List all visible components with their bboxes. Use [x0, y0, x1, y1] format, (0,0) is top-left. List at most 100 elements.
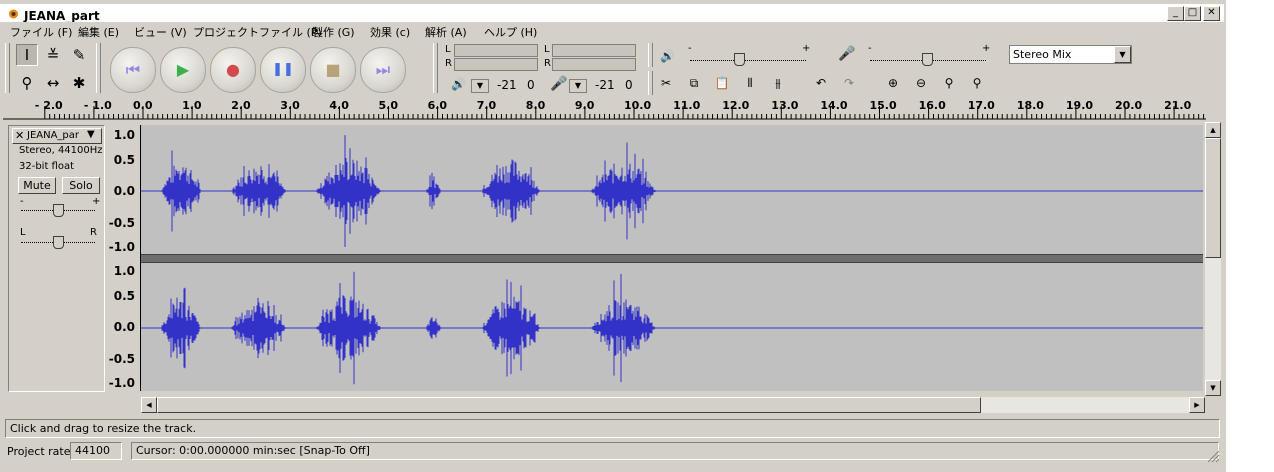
input-volume-thumb[interactable] — [922, 53, 933, 66]
envelope-tool[interactable]: ≚ — [42, 44, 64, 66]
ruler-label: 18.0 — [1016, 99, 1044, 112]
menu-project[interactable]: プロジェクトファイル (P) — [193, 24, 322, 40]
scroll-right-icon[interactable]: ▶ — [1189, 397, 1205, 413]
toolbar: I ≚ ✎ ⚲ ↔ ✱ ⏮ ▶ ● ❚❚ ■ ⏭ L R L R 🔊 ▼ -21… — [0, 41, 1226, 97]
copy-icon[interactable]: ⧉ — [683, 72, 705, 94]
ruler-label: 19.0 — [1065, 99, 1094, 112]
selection-tool[interactable]: I — [16, 44, 38, 66]
ruler-label: - 1.0 — [83, 99, 112, 112]
fit-project-icon[interactable]: ⚲ — [966, 72, 988, 94]
input-source-select[interactable]: Stereo Mix ▼ — [1009, 45, 1132, 64]
rec-meter-menu-button[interactable]: ▼ — [569, 79, 587, 93]
trim-icon[interactable]: ⫴ — [739, 72, 761, 94]
toolbar-grip[interactable] — [648, 43, 653, 67]
track-format: Stereo, 44100Hz — [19, 145, 103, 156]
vertical-scrollbar[interactable]: ▲ ▼ — [1205, 122, 1221, 396]
undo-icon[interactable]: ↶ — [810, 72, 832, 94]
output-volume-thumb[interactable] — [734, 53, 745, 66]
zoom-in-icon[interactable]: ⊕ — [882, 72, 904, 94]
track-menu-chevron-icon[interactable]: ▼ — [87, 129, 95, 140]
menu-edit[interactable]: 編集 (E) — [78, 24, 119, 40]
paste-icon[interactable]: 📋 — [711, 72, 733, 94]
play-meter-right-label: R — [445, 58, 452, 69]
toolbar-grip[interactable] — [433, 43, 438, 93]
play-meter-left — [454, 44, 538, 57]
track-close-icon[interactable]: ✕ — [15, 129, 24, 142]
horizontal-scrollbar[interactable]: ◀ ▶ — [141, 397, 1205, 413]
track-name[interactable]: JEANA_par — [27, 130, 79, 141]
menu-effect[interactable]: 効果 (c) — [370, 24, 410, 40]
toolbar-grip[interactable] — [5, 43, 10, 93]
toolbar-grip[interactable] — [96, 43, 101, 93]
ruler-label: 11.0 — [673, 99, 701, 112]
ruler-label: 1.0 — [182, 99, 202, 112]
resize-grip-icon[interactable] — [1206, 449, 1220, 463]
ruler-label: 4.0 — [329, 99, 349, 112]
chevron-down-icon[interactable]: ▼ — [1114, 46, 1131, 63]
close-button[interactable]: ✕ — [1203, 6, 1220, 21]
skip-start-button[interactable]: ⏮ — [110, 47, 156, 93]
audacity-window: JEANA_part _ □ ✕ ファイル (F) 編集 (E) ビュー (V)… — [0, 0, 1226, 472]
window-title: JEANA_part — [24, 9, 100, 23]
menu-analyze[interactable]: 解析 (A) — [425, 24, 467, 40]
toolbar-grip[interactable] — [648, 71, 653, 95]
stop-button[interactable]: ■ — [310, 47, 356, 93]
play-meter-menu-button[interactable]: ▼ — [471, 79, 489, 93]
scroll-up-icon[interactable]: ▲ — [1205, 122, 1221, 138]
pause-button[interactable]: ❚❚ — [260, 47, 306, 93]
menu-file[interactable]: ファイル (F) — [10, 24, 72, 40]
scale-label: -1.0 — [108, 240, 135, 254]
menu-help[interactable]: ヘルプ (H) — [484, 24, 537, 40]
menu-bar: ファイル (F) 編集 (E) ビュー (V) プロジェクトファイル (P) 製… — [0, 22, 1226, 40]
scale-label: 1.0 — [113, 264, 135, 278]
ruler-label: 2.0 — [231, 99, 251, 112]
timeshift-tool[interactable]: ↔ — [42, 72, 64, 94]
menu-generate[interactable]: 製作 (G) — [312, 24, 355, 40]
pan-left-label: L — [20, 227, 26, 238]
project-rate-field[interactable]: 44100 — [70, 442, 122, 460]
mute-button[interactable]: Mute — [18, 177, 56, 194]
ruler-label: 16.0 — [918, 99, 946, 112]
scale-label: -0.5 — [108, 216, 135, 230]
cut-icon[interactable]: ✂ — [655, 72, 677, 94]
record-button[interactable]: ● — [210, 47, 256, 93]
timeline-ruler[interactable]: - 2.0 - 1.0 0.0 1.0 2.0 3.0 4.0 5.0 6.0 7.0 8.0 9.0… — [3, 98, 1221, 120]
input-source-value: Stereo Mix — [1013, 48, 1072, 61]
fit-selection-icon[interactable]: ⚲ — [938, 72, 960, 94]
horizontal-scroll-thumb[interactable] — [157, 397, 981, 413]
draw-tool[interactable]: ✎ — [68, 44, 90, 66]
zoom-out-icon[interactable]: ⊖ — [910, 72, 932, 94]
ruler-label: 17.0 — [967, 99, 995, 112]
zoom-tool[interactable]: ⚲ — [16, 72, 38, 94]
play-meter-right — [454, 58, 538, 71]
rec-meter-left-label: L — [544, 44, 550, 55]
minimize-button[interactable]: _ — [1167, 6, 1184, 21]
silence-icon[interactable]: ⫵ — [767, 72, 789, 94]
vertical-scroll-thumb[interactable] — [1205, 138, 1221, 258]
ruler-label: 15.0 — [869, 99, 897, 112]
waveform-view[interactable] — [140, 125, 1203, 391]
gain-slider-thumb[interactable] — [53, 204, 64, 217]
bottom-bar: Project rate: 44100 Cursor: 0:00.000000 … — [0, 441, 1226, 463]
vertical-scale: 1.0 0.5 0.0 -0.5 -1.0 1.0 0.5 0.0 -0.5 -… — [105, 125, 139, 390]
scroll-left-icon[interactable]: ◀ — [141, 397, 157, 413]
ruler-label: 8.0 — [525, 99, 546, 112]
scroll-down-icon[interactable]: ▼ — [1205, 380, 1221, 396]
stop-icon: ■ — [325, 60, 341, 79]
ruler-label: 5.0 — [378, 99, 399, 112]
output-volume-plus: + — [802, 43, 811, 54]
menu-view[interactable]: ビュー (V) — [134, 24, 187, 40]
rec-meter-zero-label: 0 — [625, 78, 633, 92]
output-volume-slider[interactable] — [690, 60, 806, 62]
skip-end-button[interactable]: ⏭ — [360, 47, 406, 93]
channel-separator[interactable] — [141, 254, 1203, 263]
solo-button[interactable]: Solo — [62, 177, 100, 194]
rec-meter-right — [552, 58, 636, 71]
pan-slider-thumb[interactable] — [53, 236, 64, 249]
maximize-button[interactable]: □ — [1184, 6, 1201, 21]
record-icon: ● — [226, 60, 240, 79]
multi-tool[interactable]: ✱ — [68, 72, 90, 94]
play-meter-db-label: -21 — [497, 78, 517, 92]
play-button[interactable]: ▶ — [160, 47, 206, 93]
redo-icon[interactable]: ↷ — [838, 72, 860, 94]
